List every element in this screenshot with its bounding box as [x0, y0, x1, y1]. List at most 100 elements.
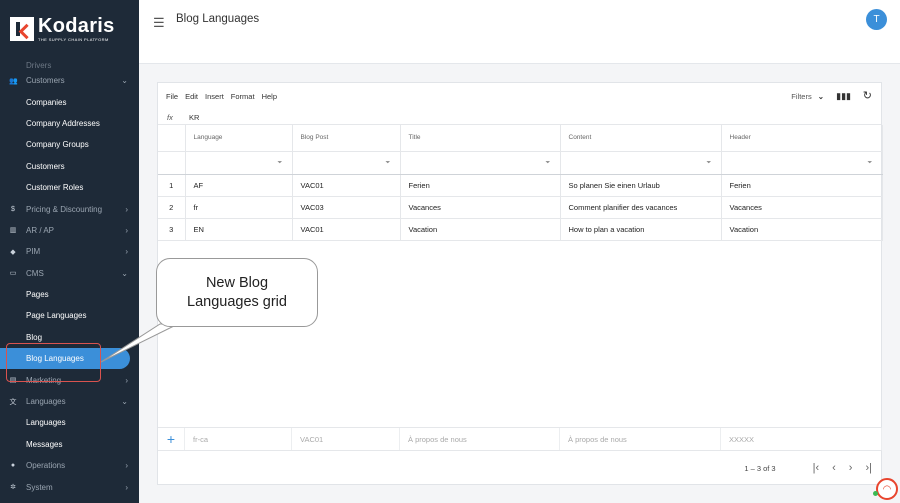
filter-cell-language[interactable]: ⏷ — [185, 151, 293, 175]
sidebar-item-label: Customers — [26, 76, 65, 86]
filter-cell-content[interactable]: ⏷ — [560, 151, 722, 175]
table-cell-language[interactable]: fr — [185, 196, 293, 219]
new-row-input-content[interactable]: À propos de nous — [560, 428, 721, 450]
table-cell-language[interactable]: EN — [185, 218, 293, 241]
table-row[interactable]: 3 EN VAC01 Vacation How to plan a vacation Va… — [158, 218, 883, 241]
annotation-callout: New Blog Languages grid — [156, 258, 318, 327]
table-row[interactable]: 2 fr VAC03 Vacances Comment planifier des va… — [158, 196, 883, 219]
first-page-icon[interactable]: |‹ — [813, 462, 820, 474]
highlight-box — [6, 343, 101, 382]
pagination: 1 – 3 of 3 |‹ ‹ › ›| — [744, 462, 872, 474]
sidebar-item-languages[interactable]: Languages — [0, 412, 139, 433]
chat-help-icon[interactable]: ◠ — [876, 478, 898, 500]
refresh-icon[interactable]: ↻ — [863, 89, 872, 102]
columns-icon[interactable]: ▮▮▮ — [836, 91, 851, 102]
sidebar-item-pricing-discounting[interactable]: $ Pricing & Discounting › — [0, 198, 139, 219]
sidebar-item-messages[interactable]: Messages — [0, 434, 139, 455]
menu-file[interactable]: File — [166, 92, 178, 101]
table-cell-title[interactable]: Vacances — [400, 196, 561, 219]
filter-icon[interactable]: ⏷ — [707, 160, 713, 166]
table-cell-content[interactable]: So planen Sie einen Urlaub — [560, 174, 722, 197]
sidebar-item-cms[interactable]: ▭ CMS ⌄ — [0, 263, 139, 284]
sidebar-item-companies[interactable]: Companies — [0, 91, 139, 112]
column-header-content[interactable]: Content — [560, 125, 722, 152]
filter-cell-title[interactable]: ⏷ — [400, 151, 561, 175]
table-cell-language[interactable]: AF — [185, 174, 293, 197]
user-avatar[interactable]: T — [866, 9, 887, 30]
table-cell-blog-post[interactable]: VAC01 — [292, 174, 401, 197]
table-row[interactable]: 1 AF VAC01 Ferien So planen Sie einen Urlaub… — [158, 174, 883, 197]
new-row-input-language[interactable]: fr-ca — [185, 428, 292, 450]
row-number-filter-cell — [158, 151, 186, 175]
row-number: 2 — [158, 196, 186, 219]
row-number-header — [158, 125, 186, 152]
filter-icon[interactable]: ⏷ — [546, 160, 552, 166]
sidebar-item-company-groups[interactable]: Company Groups — [0, 134, 139, 155]
sidebar-item-label: Company Groups — [26, 140, 89, 150]
table-cell-blog-post[interactable]: VAC03 — [292, 196, 401, 219]
formula-bar: fx KR — [158, 110, 881, 125]
add-row-icon[interactable]: + — [158, 428, 185, 450]
filter-icon[interactable]: ⏷ — [868, 160, 874, 166]
dollar-icon: $ — [11, 205, 15, 213]
filter-icon[interactable]: ⏷ — [278, 160, 284, 166]
chevron-down-icon: ⌄ — [121, 397, 128, 407]
column-header-language[interactable]: Language — [185, 125, 293, 152]
filter-cell-blog-post[interactable]: ⏷ — [292, 151, 401, 175]
table-cell-header[interactable]: Vacation — [721, 218, 883, 241]
menu-help[interactable]: Help — [262, 92, 277, 101]
chevron-right-icon: › — [125, 225, 128, 235]
chevron-right-icon: › — [125, 375, 128, 385]
formula-input[interactable]: KR — [189, 113, 199, 122]
sidebar-item-label: Languages — [26, 418, 66, 428]
sidebar-item-operations[interactable]: ● Operations › — [0, 455, 139, 476]
filter-cell-header[interactable]: ⏷ — [721, 151, 883, 175]
last-page-icon[interactable]: ›| — [865, 462, 872, 474]
sidebar-item-label: System — [26, 482, 53, 492]
callout-line-2: Languages grid — [187, 293, 287, 310]
menu-insert[interactable]: Insert — [205, 92, 224, 101]
table-cell-blog-post[interactable]: VAC01 — [292, 218, 401, 241]
table-cell-title[interactable]: Ferien — [400, 174, 561, 197]
sidebar-item-customers[interactable]: 👥 Customers ⌄ — [0, 70, 139, 91]
sidebar-item-page-languages[interactable]: Page Languages — [0, 305, 139, 326]
kodaris-logo[interactable]: Kodaris THE SUPPLY CHAIN PLATFORM — [0, 0, 139, 58]
operations-icon: ● — [10, 462, 16, 470]
sidebar-item-system[interactable]: ✲ System › — [0, 476, 139, 497]
table-cell-header[interactable]: Ferien — [721, 174, 883, 197]
sidebar-item-ar-ap[interactable]: ▥ AR / AP › — [0, 220, 139, 241]
sidebar-item-customer-roles[interactable]: Customer Roles — [0, 177, 139, 198]
table-cell-title[interactable]: Vacation — [400, 218, 561, 241]
filter-icon[interactable]: ⏷ — [386, 160, 392, 166]
table-cell-header[interactable]: Vacances — [721, 196, 883, 219]
sidebar-item-label: PIM — [26, 247, 41, 257]
menu-edit[interactable]: Edit — [185, 92, 198, 101]
filters-dropdown[interactable]: Filters ⌄ — [791, 92, 824, 101]
menu-format[interactable]: Format — [231, 92, 255, 101]
sidebar-item-pages[interactable]: Pages — [0, 284, 139, 305]
table-cell-content[interactable]: How to plan a vacation — [560, 218, 722, 241]
kodaris-logo-icon — [10, 17, 34, 41]
chevron-right-icon: › — [125, 461, 128, 471]
table-cell-content[interactable]: Comment planifier des vacances — [560, 196, 722, 219]
new-row-input-title[interactable]: À propos de nous — [400, 428, 560, 450]
sidebar-item-languages[interactable]: 文 Languages ⌄ — [0, 391, 139, 412]
translate-icon: 文 — [9, 398, 17, 406]
sidebar-item-drivers[interactable]: Drivers — [0, 57, 139, 70]
chevron-right-icon: › — [125, 204, 128, 214]
chevron-right-icon: › — [125, 482, 128, 492]
sidebar-item-pim[interactable]: ◆ PIM › — [0, 241, 139, 262]
hamburger-menu-icon[interactable]: ☰ — [153, 15, 165, 31]
column-header-title[interactable]: Title — [400, 125, 561, 152]
row-number: 1 — [158, 174, 186, 197]
new-row-input-header[interactable]: XXXXX — [721, 428, 882, 450]
sidebar-item-company-addresses[interactable]: Company Addresses — [0, 113, 139, 134]
new-row-input-blog-post[interactable]: VAC01 — [292, 428, 400, 450]
window-icon: ▭ — [9, 270, 17, 278]
next-page-icon[interactable]: › — [849, 462, 853, 474]
logo-name: Kodaris — [38, 15, 115, 37]
previous-page-icon[interactable]: ‹ — [832, 462, 836, 474]
sidebar-item-customers[interactable]: Customers — [0, 156, 139, 177]
column-header-blog-post[interactable]: Blog Post — [292, 125, 401, 152]
column-header-header[interactable]: Header — [721, 125, 883, 152]
